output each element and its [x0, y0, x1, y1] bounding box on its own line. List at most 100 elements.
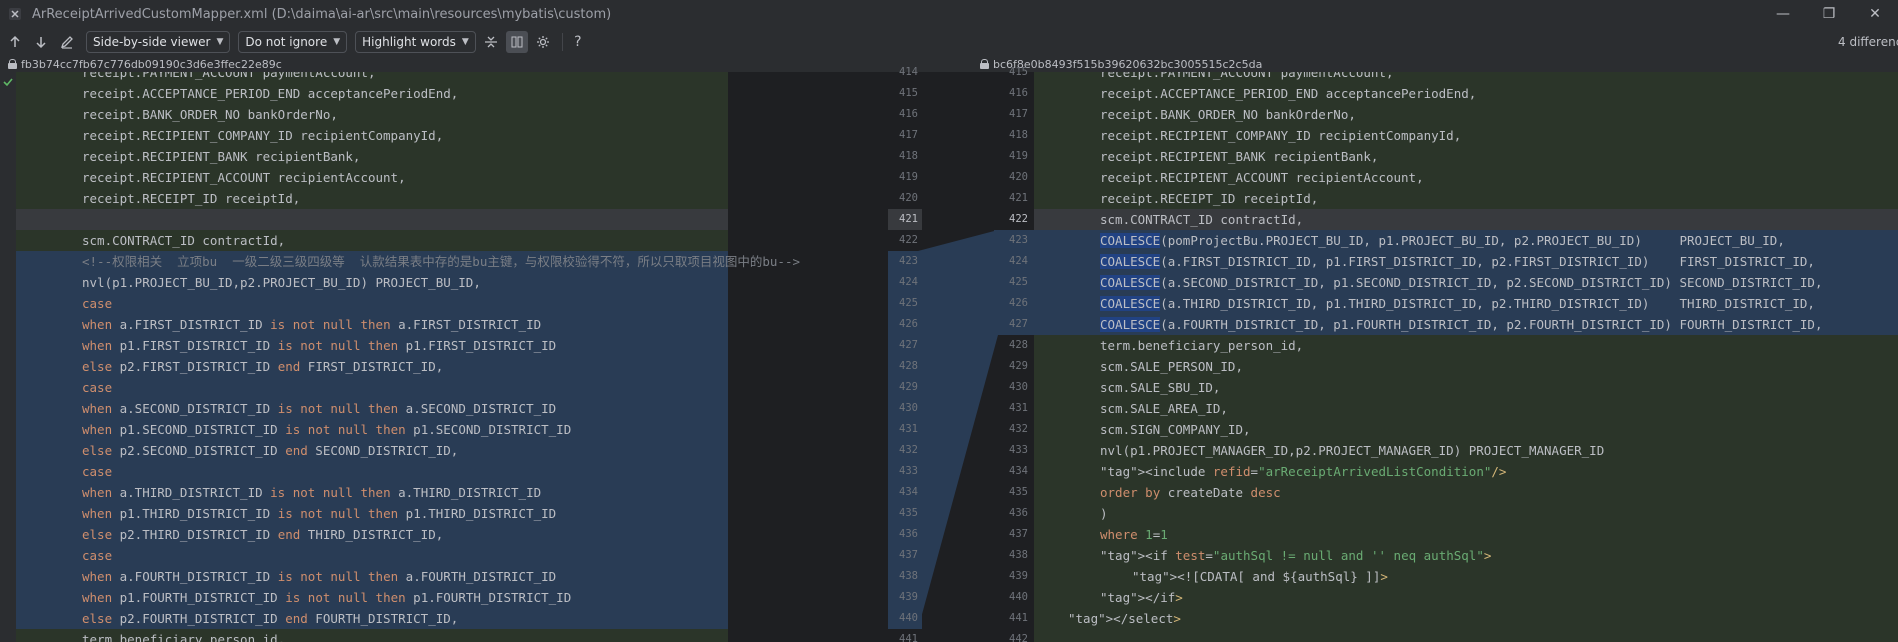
highlight-dropdown[interactable]: Highlight words ▼	[355, 31, 476, 53]
left-line-number: 435	[899, 507, 918, 519]
left-line-number: 437	[899, 549, 918, 561]
code-line: receipt.RECIPIENT_COMPANY_ID recipientCo…	[1034, 125, 1898, 146]
whitespace-dropdown[interactable]: Do not ignore ▼	[238, 31, 348, 53]
left-revision: fb3b74cc7fb67c776db09190c3d6e3ffec22e89c	[8, 56, 282, 72]
code-line: receipt.RECIPIENT_ACCOUNT recipientAccou…	[1034, 167, 1898, 188]
right-line-number: 430	[1009, 381, 1028, 393]
code-line: when p1.SECOND_DISTRICT_ID is not null t…	[16, 419, 728, 440]
right-line-number: 415	[1009, 66, 1028, 78]
code-line: receipt.BANK_ORDER_NO bankOrderNo,	[1034, 104, 1898, 125]
code-line: receipt.ACCEPTANCE_PERIOD_END acceptance…	[1034, 83, 1898, 104]
highlight-label: Highlight words	[362, 35, 456, 49]
left-line-number: 414	[899, 66, 918, 78]
diff-count: 4 differences	[1838, 35, 1898, 49]
code-line: where 1=1	[1034, 524, 1898, 545]
code-line: scm.SALE_PERSON_ID,	[1034, 356, 1898, 377]
code-line: when a.FIRST_DISTRICT_ID is not null the…	[16, 314, 728, 335]
right-line-number: 418	[1009, 129, 1028, 141]
code-line: COALESCE(a.THIRD_DISTRICT_ID, p1.THIRD_D…	[1034, 293, 1898, 314]
right-line-number: 434	[1009, 465, 1028, 477]
left-line-number: 424	[899, 276, 918, 288]
code-line: when a.SECOND_DISTRICT_ID is not null th…	[16, 398, 728, 419]
edit-icon[interactable]	[56, 31, 78, 53]
code-line: "tag"><if test="authSql != null and '' n…	[1034, 545, 1898, 566]
left-line-number: 429	[899, 381, 918, 393]
toolbar-divider	[561, 33, 563, 51]
left-editor[interactable]: receipt.PAYMENT_ACCOUNT paymentAccount, r…	[16, 72, 888, 642]
right-line-number: 441	[1009, 612, 1028, 624]
right-line-number: 439	[1009, 570, 1028, 582]
code-line: else p2.FIRST_DISTRICT_ID end FIRST_DIST…	[16, 356, 728, 377]
left-line-number: 416	[899, 108, 918, 120]
left-marker-gutter	[0, 72, 16, 642]
right-line-number: 438	[1009, 549, 1028, 561]
code-line: scm.SALE_SBU_ID,	[1034, 377, 1898, 398]
right-line-number: 435	[1009, 486, 1028, 498]
right-line-number: 431	[1009, 402, 1028, 414]
left-line-number: 419	[899, 171, 918, 183]
right-line-number: 425	[1009, 276, 1028, 288]
code-line: case	[16, 461, 728, 482]
right-line-number: 423	[1009, 234, 1028, 246]
gear-icon[interactable]	[532, 31, 554, 53]
help-icon[interactable]: ?	[567, 31, 589, 53]
code-line: receipt.RECEIPT_ID receiptId,	[16, 188, 728, 209]
code-line: "tag"></select>	[1034, 608, 1898, 629]
code-line: case	[16, 377, 728, 398]
right-line-number: 422	[1009, 213, 1028, 225]
sync-scroll-icon[interactable]	[505, 31, 528, 53]
right-revision-hash: bc6f8e0b8493f515b39620632bc3005515c2c5da	[993, 57, 1263, 71]
right-line-number: 419	[1009, 150, 1028, 162]
left-line-number: 425	[899, 297, 918, 309]
diff-center-gutter: 414 415 416 417 418 419 420 421 422 423 424 425 426 4…	[888, 66, 1034, 642]
left-line-number: 433	[899, 465, 918, 477]
right-line-number: 432	[1009, 423, 1028, 435]
code-line: term.beneficiary_person_id,	[16, 629, 728, 642]
code-line: COALESCE(a.FOURTH_DISTRICT_ID, p1.FOURTH…	[1034, 314, 1898, 335]
right-line-number: 433	[1009, 444, 1028, 456]
code-line: <!--权限相关 立项bu 一级二级三级四级等 认款结果表中存的是bu主键，与权…	[16, 251, 800, 272]
code-line: else p2.SECOND_DISTRICT_ID end SECOND_DI…	[16, 440, 728, 461]
left-line-number: 431	[899, 423, 918, 435]
code-line: receipt.PAYMENT_ACCOUNT paymentAccount,	[1034, 72, 1898, 83]
collapse-unchanged-icon[interactable]	[480, 31, 502, 53]
right-line-number: 437	[1009, 528, 1028, 540]
window-title: ArReceiptArrivedCustomMapper.xml (D:\dai…	[32, 6, 612, 22]
close-button[interactable]: ✕	[1852, 0, 1898, 28]
lock-icon	[8, 59, 17, 69]
file-icon	[9, 8, 21, 20]
left-line-number: 426	[899, 318, 918, 330]
maximize-button[interactable]: ❐	[1806, 0, 1852, 28]
minimize-button[interactable]: —	[1760, 0, 1806, 28]
left-line-number: 432	[899, 444, 918, 456]
code-line: COALESCE(a.SECOND_DISTRICT_ID, p1.SECOND…	[1034, 272, 1898, 293]
code-line: term.beneficiary_person_id,	[1034, 335, 1898, 356]
code-line: receipt.RECIPIENT_ACCOUNT recipientAccou…	[16, 167, 728, 188]
code-line	[1034, 629, 1898, 642]
right-line-number: 421	[1009, 192, 1028, 204]
right-line-number: 436	[1009, 507, 1028, 519]
left-line-number: 417	[899, 129, 918, 141]
code-line: when p1.FOURTH_DISTRICT_ID is not null t…	[16, 587, 728, 608]
right-line-number: 417	[1009, 108, 1028, 120]
chevron-down-icon: ▼	[216, 37, 224, 47]
code-line: scm.CONTRACT_ID contractId,	[16, 230, 728, 251]
code-line: when p1.THIRD_DISTRICT_ID is not null th…	[16, 503, 728, 524]
code-line: receipt.RECIPIENT_COMPANY_ID recipientCo…	[16, 125, 728, 146]
viewer-mode-dropdown[interactable]: Side-by-side viewer ▼	[86, 31, 231, 53]
code-line	[16, 209, 728, 230]
left-line-number: 440	[899, 612, 918, 624]
code-line: COALESCE(pomProjectBu.PROJECT_BU_ID, p1.…	[1034, 230, 1898, 251]
right-editor[interactable]: receipt.PAYMENT_ACCOUNT paymentAccount, r…	[1034, 72, 1898, 642]
code-line: when a.FOURTH_DISTRICT_ID is not null th…	[16, 566, 728, 587]
code-line: case	[16, 545, 728, 566]
left-line-number: 422	[899, 234, 918, 246]
diff-toolbar: Side-by-side viewer ▼ Do not ignore ▼ Hi…	[0, 28, 1898, 56]
arrow-down-icon[interactable]	[30, 31, 52, 53]
whitespace-label: Do not ignore	[245, 35, 328, 49]
chevron-down-icon: ▼	[461, 37, 469, 47]
left-line-number: 420	[899, 192, 918, 204]
arrow-up-icon[interactable]	[4, 31, 26, 53]
code-line: nvl(p1.PROJECT_MANAGER_ID,p2.PROJECT_MAN…	[1034, 440, 1898, 461]
lock-icon	[980, 59, 989, 69]
